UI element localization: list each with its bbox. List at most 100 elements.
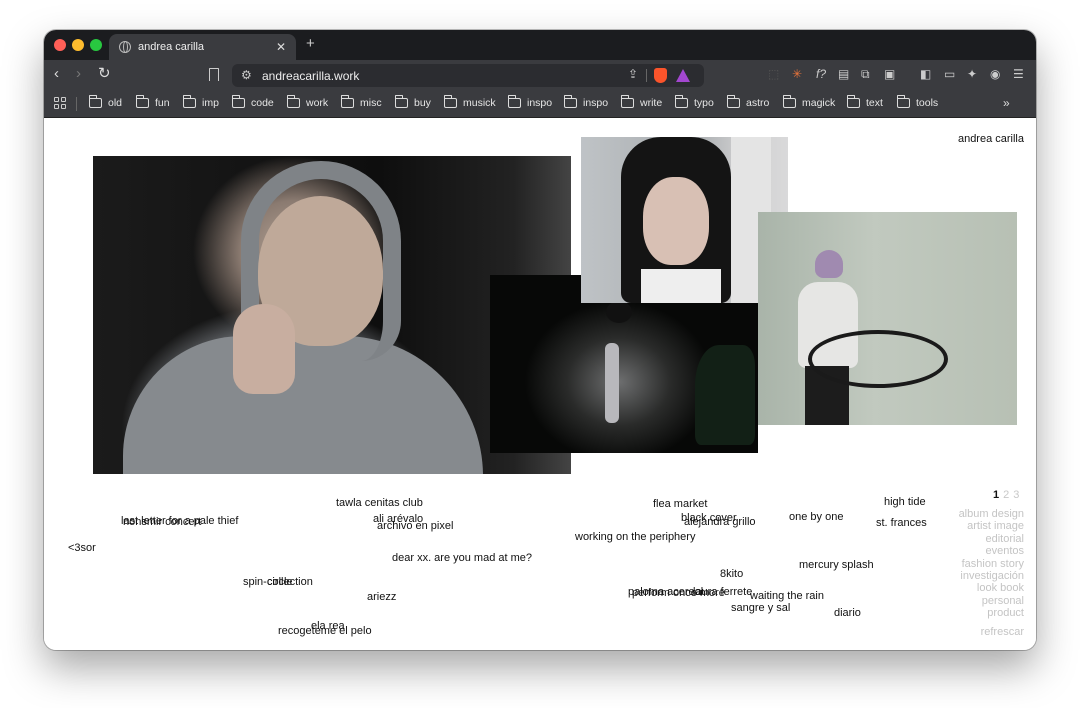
site-settings-icon[interactable]: ⚙ <box>241 68 252 82</box>
zoom-window-button[interactable] <box>90 39 102 51</box>
category-link[interactable]: look book <box>959 582 1024 594</box>
minimize-window-button[interactable] <box>72 39 84 51</box>
category-link[interactable]: investigación <box>959 570 1024 582</box>
new-tab-button[interactable]: + <box>306 35 315 52</box>
project-link[interactable]: st. frances <box>876 517 927 529</box>
address-bar[interactable]: ⚙ andreacarilla.work ⇪ <box>232 64 704 87</box>
bookmark-folder[interactable]: magick <box>783 95 835 109</box>
close-window-button[interactable] <box>54 39 66 51</box>
url-text[interactable]: andreacarilla.work <box>262 69 359 83</box>
tab-active[interactable]: andrea carilla ✕ <box>109 34 296 60</box>
sidebar-icon[interactable]: ◧ <box>920 67 931 81</box>
bookmark-folder[interactable]: misc <box>341 95 382 109</box>
project-link[interactable]: dear xx. are you mad at me? <box>392 552 532 564</box>
project-link[interactable]: flea market <box>653 498 707 510</box>
project-link[interactable]: laura ferrete <box>693 586 752 598</box>
category-link[interactable]: artist image <box>959 520 1024 532</box>
brave-shields-icon[interactable] <box>654 68 667 83</box>
category-link[interactable]: album design <box>959 508 1024 520</box>
extension-star-icon[interactable]: ✳ <box>792 67 802 81</box>
divider <box>646 69 647 82</box>
project-link[interactable]: mercury splash <box>799 559 874 571</box>
vpn-shield-icon[interactable]: ◉ <box>990 67 1000 81</box>
bookmark-folder[interactable]: old <box>89 95 122 109</box>
bookmark-label: fun <box>155 97 170 109</box>
category-link[interactable]: editorial <box>959 533 1024 545</box>
bookmark-folder[interactable]: astro <box>727 95 770 109</box>
bookmark-label: imp <box>202 97 219 109</box>
project-link[interactable]: one by one <box>789 511 843 523</box>
project-link[interactable]: ariezz <box>367 591 396 603</box>
bookmark-label: astro <box>746 97 770 109</box>
extension-placeholder-icon[interactable]: ⬚ <box>768 67 779 81</box>
back-button[interactable]: ‹ <box>54 66 59 82</box>
page-1-link[interactable]: 1 <box>993 489 999 501</box>
category-link[interactable]: product <box>959 607 1024 619</box>
folder-icon <box>783 95 796 108</box>
pagination: 123 <box>993 489 1019 501</box>
page-2-link[interactable]: 2 <box>1003 489 1009 501</box>
category-list: album design artist image editorial even… <box>959 508 1024 620</box>
project-link[interactable]: 8kito <box>720 568 743 580</box>
project-link[interactable]: diario <box>834 607 861 619</box>
bookmark-folder[interactable]: code <box>232 95 274 109</box>
globe-icon <box>119 41 131 53</box>
extension-wide-icon[interactable]: ▤ <box>838 67 849 81</box>
bookmark-icon[interactable] <box>209 68 219 81</box>
bookmark-folder[interactable]: imp <box>183 95 219 109</box>
bookmark-folder[interactable]: inspo <box>508 95 552 109</box>
page-3-link[interactable]: 3 <box>1013 489 1019 501</box>
bookmark-label: buy <box>414 97 431 109</box>
bookmark-folder[interactable]: buy <box>395 95 431 109</box>
refresh-link[interactable]: refrescar <box>981 626 1024 638</box>
extensions-puzzle-icon[interactable]: ⧉ <box>861 67 870 81</box>
brave-rewards-icon[interactable] <box>676 69 690 82</box>
folder-icon <box>508 95 521 108</box>
bookmark-folder[interactable]: work <box>287 95 329 109</box>
folder-icon <box>847 95 860 108</box>
bookmark-folder[interactable]: write <box>621 95 662 109</box>
project-link[interactable]: nonsmir concert <box>123 516 201 528</box>
share-icon[interactable]: ⇪ <box>628 67 638 81</box>
project-link[interactable]: waiting the rain <box>750 590 824 602</box>
more-bookmarks-icon[interactable]: » <box>1003 96 1010 110</box>
portrait-photo[interactable] <box>581 137 788 303</box>
reader-mode-icon[interactable]: ▣ <box>884 67 895 81</box>
bookmark-folder[interactable]: text <box>847 95 883 109</box>
apps-grid-icon[interactable] <box>54 97 66 109</box>
menu-icon[interactable]: ☰ <box>1013 67 1024 81</box>
category-link[interactable]: fashion story <box>959 558 1024 570</box>
project-link[interactable]: sangre y sal <box>731 602 790 614</box>
bookmark-label: text <box>866 97 883 109</box>
bookmark-folder[interactable]: inspo <box>564 95 608 109</box>
site-title[interactable]: andrea carilla <box>958 133 1024 145</box>
wallet-icon[interactable]: ▭ <box>944 67 955 81</box>
folder-icon <box>287 95 300 108</box>
reload-button[interactable]: ↻ <box>98 66 111 82</box>
bookmark-label: work <box>306 97 329 109</box>
project-link[interactable]: high tide <box>884 496 926 508</box>
forward-button[interactable]: › <box>76 66 81 82</box>
bookmark-folder[interactable]: musick <box>444 95 496 109</box>
project-link[interactable]: working on the periphery <box>575 531 695 543</box>
project-link[interactable]: <3sor <box>68 542 96 554</box>
bookmark-folder[interactable]: tools <box>897 95 938 109</box>
project-link[interactable]: tawla cenitas club <box>336 497 423 509</box>
divider <box>76 97 77 111</box>
folder-icon <box>89 95 102 108</box>
folder-icon <box>341 95 354 108</box>
close-tab-icon[interactable]: ✕ <box>276 40 286 54</box>
project-link[interactable]: archivo en pixel <box>377 520 453 532</box>
project-link[interactable]: collection <box>267 576 313 588</box>
category-link[interactable]: eventos <box>959 545 1024 557</box>
category-link[interactable]: personal <box>959 595 1024 607</box>
bookmark-folder[interactable]: fun <box>136 95 170 109</box>
browser-window: andrea carilla ✕ + ‹ › ↻ ⚙ andreacarilla… <box>44 30 1036 650</box>
project-link[interactable]: alejandra grillo <box>684 516 756 528</box>
leo-ai-icon[interactable]: ✦ <box>967 67 977 81</box>
project-link[interactable]: recogeteme el pelo <box>278 625 372 637</box>
folder-icon <box>183 95 196 108</box>
hoop-fashion-photo[interactable] <box>758 212 1017 425</box>
extension-font-icon[interactable]: f? <box>816 67 826 81</box>
bookmark-folder[interactable]: typo <box>675 95 714 109</box>
